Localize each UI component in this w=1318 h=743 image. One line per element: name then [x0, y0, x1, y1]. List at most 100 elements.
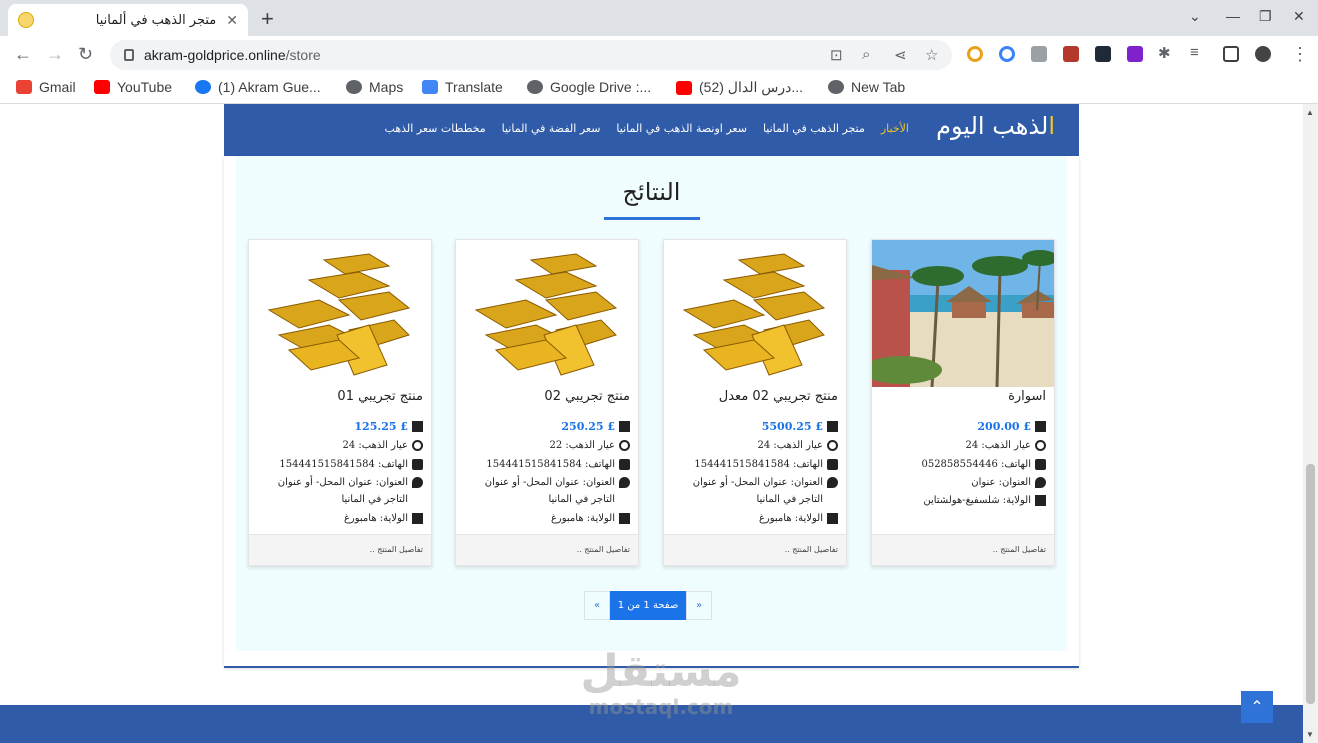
profile-avatar[interactable]	[1255, 46, 1271, 62]
pagination-prev[interactable]: «	[686, 591, 712, 620]
nav-link-gold-charts[interactable]: مخططات سعر الذهب	[385, 122, 486, 135]
pagination-next[interactable]: »	[584, 591, 610, 620]
product-card[interactable]: منتج تجريبي 01 £ 125.25 عيار الذهب: 24 ا…	[248, 239, 432, 566]
state-row: الولاية: هامبورغ	[464, 510, 630, 527]
bookmark-label: Maps	[369, 79, 404, 95]
product-image[interactable]	[456, 240, 638, 387]
menu-icon[interactable]: ⋮	[1291, 44, 1309, 65]
karat-row: عيار الذهب: 24	[880, 437, 1046, 454]
reload-icon[interactable]: ↻	[78, 44, 93, 65]
pagination-current[interactable]: صفحة 1 من 1	[610, 591, 686, 620]
phone-text: الهاتف: 154441515841584	[486, 459, 615, 470]
nav-link-news[interactable]: الأخبار	[881, 122, 909, 135]
state-text: الولاية: شلسفيغ-هولشتاين	[923, 495, 1031, 506]
price-value: £ 200.00	[977, 420, 1031, 433]
product-name[interactable]: منتج تجريبي 01	[337, 389, 423, 404]
scroll-to-top-button[interactable]: ⌃	[1241, 691, 1273, 723]
product-name[interactable]: منتج تجريبي 02	[544, 389, 630, 404]
scroll-down-arrow-icon[interactable]: ▼	[1306, 730, 1314, 739]
ring-icon	[619, 440, 630, 451]
restore-icon[interactable]: ❐	[1259, 8, 1272, 25]
translate-icon[interactable]: ⊡	[830, 46, 843, 64]
product-details-link[interactable]: تفاصيل المنتج ..	[993, 545, 1046, 554]
share-icon[interactable]: ⋖	[894, 46, 907, 64]
extension-3-icon[interactable]	[1031, 46, 1047, 62]
city-icon	[412, 513, 423, 524]
product-details-link[interactable]: تفاصيل المنتج ..	[370, 545, 423, 554]
product-card[interactable]: منتج تجريبي 02 معدل £ 5500.25 عيار الذهب…	[663, 239, 847, 566]
back-icon[interactable]: ←	[14, 44, 32, 65]
lock-icon[interactable]	[124, 49, 134, 61]
vk-icon[interactable]	[1095, 46, 1111, 62]
bookmark-google-drive[interactable]: Google Drive :...	[527, 79, 651, 95]
bookmark-star-icon[interactable]: ☆	[925, 46, 938, 64]
bookmark-label: YouTube	[117, 79, 173, 95]
browser-tab[interactable]: متجر الذهب في ألمانيا ✕	[8, 4, 248, 36]
bookmark-youtube-lesson[interactable]: (52) درس الدال...	[676, 79, 803, 96]
close-tab-icon[interactable]: ✕	[226, 12, 238, 29]
price-value: £ 125.25	[354, 420, 408, 433]
nav-link-ounce-price[interactable]: سعر اونصة الذهب في المانيا	[616, 122, 747, 135]
bookmark-label: (52) درس الدال...	[699, 79, 804, 95]
bookmarks-bar: Gmail YouTube (1) Akram Gue... Maps Tran…	[0, 74, 1318, 104]
bookmark-maps[interactable]: Maps	[346, 79, 403, 95]
scrollbar-thumb[interactable]	[1306, 464, 1315, 704]
address-bar[interactable]: akram-goldprice.online/store ⊡ ⌕ ⋖ ☆	[110, 40, 952, 70]
extension-1-icon[interactable]	[967, 46, 983, 62]
karat-row: عيار الذهب: 24	[257, 437, 423, 454]
phone-row: الهاتف: 154441515841584	[257, 456, 423, 473]
bookmark-gmail[interactable]: Gmail	[16, 79, 76, 95]
site-brand[interactable]: الذهب اليوم	[936, 112, 1055, 140]
product-image[interactable]	[664, 240, 846, 387]
product-card[interactable]: اسوارة £ 200.00 عيار الذهب: 24 الهاتف: 0…	[871, 239, 1055, 566]
phone-text: الهاتف: 052858554446	[921, 459, 1031, 470]
side-panel-icon[interactable]	[1223, 46, 1239, 62]
card-footer: تفاصيل المنتج ..	[664, 534, 846, 565]
facebook-icon	[195, 80, 211, 94]
bookmark-new-tab[interactable]: New Tab	[828, 79, 905, 95]
address-row: العنوان: عنوان المحل- أو عنوان التاجر في…	[257, 474, 423, 508]
new-tab-icon[interactable]: +	[261, 6, 274, 32]
extension-6-icon[interactable]	[1127, 46, 1143, 62]
page-viewport: الذهب اليوم الأخبار متجر الذهب في الماني…	[0, 104, 1303, 743]
scroll-up-arrow-icon[interactable]: ▲	[1306, 108, 1314, 117]
state-row: الولاية: شلسفيغ-هولشتاين	[880, 492, 1046, 509]
product-details-link[interactable]: تفاصيل المنتج ..	[785, 545, 838, 554]
globe-icon	[527, 80, 543, 94]
karat-text: عيار الذهب: 24	[757, 440, 824, 451]
url-text[interactable]: akram-goldprice.online/store	[144, 47, 321, 63]
site-favicon-icon	[18, 12, 34, 28]
minimize-icon[interactable]: —	[1226, 8, 1240, 24]
phone-icon	[827, 459, 838, 470]
tab-search-icon[interactable]: ⌄	[1189, 8, 1201, 25]
bookmark-label: New Tab	[851, 79, 906, 95]
location-pin-icon	[619, 477, 630, 488]
youtube-icon	[676, 80, 692, 95]
close-window-icon[interactable]: ✕	[1293, 8, 1305, 25]
product-details-link[interactable]: تفاصيل المنتج ..	[577, 545, 630, 554]
product-name[interactable]: اسوارة	[1008, 389, 1046, 404]
reading-list-icon[interactable]: ≡	[1190, 44, 1199, 61]
bookmark-translate[interactable]: Translate	[422, 79, 503, 95]
price-value: £ 250.25	[561, 420, 615, 433]
nav-link-gold-store[interactable]: متجر الذهب في المانيا	[763, 122, 865, 135]
extension-2-icon[interactable]	[999, 46, 1015, 62]
product-image[interactable]	[872, 240, 1054, 387]
extension-4-icon[interactable]	[1063, 46, 1079, 62]
state-row: الولاية: هامبورغ	[672, 510, 838, 527]
product-image[interactable]	[249, 240, 431, 387]
card-footer: تفاصيل المنتج ..	[456, 534, 638, 565]
state-text: الولاية: هامبورغ	[343, 513, 408, 524]
product-card[interactable]: منتج تجريبي 02 £ 250.25 عيار الذهب: 22 ا…	[455, 239, 639, 566]
nav-link-silver-price[interactable]: سعر الفضة في المانيا	[502, 122, 601, 135]
forward-icon[interactable]: →	[46, 44, 64, 65]
pagination: « صفحة 1 من 1 »	[584, 591, 712, 620]
page-scrollbar[interactable]: ▲ ▼	[1303, 104, 1318, 743]
extensions-puzzle-icon[interactable]: ✱	[1158, 44, 1171, 62]
zoom-icon[interactable]: ⌕	[862, 46, 870, 63]
results-title: النتائج	[622, 178, 681, 206]
bookmark-youtube[interactable]: YouTube	[94, 79, 172, 95]
karat-text: عيار الذهب: 22	[549, 440, 616, 451]
bookmark-facebook[interactable]: (1) Akram Gue...	[195, 79, 321, 95]
product-name[interactable]: منتج تجريبي 02 معدل	[719, 389, 838, 404]
